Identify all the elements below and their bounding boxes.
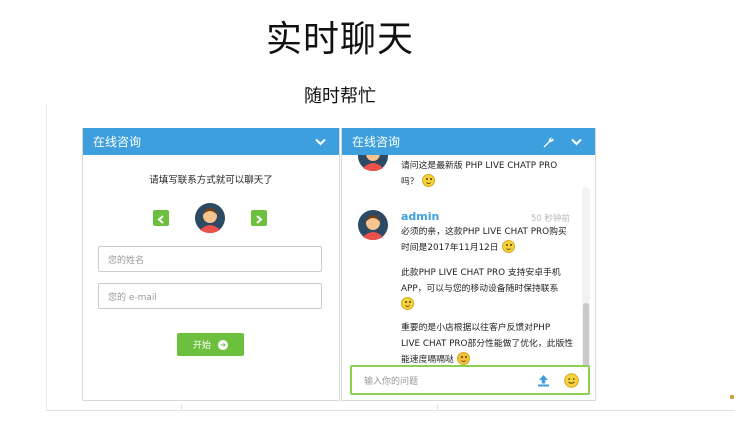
- tongue-emoji-icon: [456, 352, 470, 365]
- chevron-down-icon[interactable]: [567, 133, 585, 151]
- page-title: 实时聊天: [265, 19, 414, 60]
- chat-panel: 在线咨询 请问这是最新版 PHP LIVE CHATP PRO 吗？ admin…: [341, 128, 596, 401]
- chat-input[interactable]: 输入你的问题: [350, 365, 590, 395]
- start-label: 开始: [192, 341, 211, 351]
- smiley-icon[interactable]: [562, 371, 580, 389]
- email-placeholder: 您的 e-mail: [108, 292, 157, 303]
- smiley-icon: [401, 297, 414, 310]
- chat-scroll-thumb[interactable]: [583, 303, 589, 365]
- contact-panel-title: 在线咨询: [93, 135, 142, 149]
- next-avatar-button[interactable]: [251, 210, 267, 226]
- chevron-right-icon: [255, 209, 263, 228]
- arrow-right-circle-icon: ➜: [218, 339, 228, 350]
- chat-input-placeholder: 输入你的问题: [364, 376, 419, 387]
- chat-panel-header[interactable]: 在线咨询: [342, 128, 595, 155]
- chat-messages: 请问这是最新版 PHP LIVE CHATP PRO 吗？ admin 50 秒…: [342, 155, 595, 365]
- frame-tick: [437, 404, 438, 410]
- chevron-left-icon: [157, 209, 165, 228]
- agent-avatar: [195, 203, 225, 233]
- prev-avatar-button[interactable]: [153, 210, 169, 226]
- message-text: 重要的是小店根据以往客户反馈对PHP LIVE CHAT PRO部分性能做了优化…: [401, 323, 574, 365]
- name-field[interactable]: 您的姓名: [98, 246, 322, 272]
- visitor-avatar: [358, 155, 388, 171]
- smiley-icon: [501, 240, 515, 253]
- message-text: 必须的亲，这款PHP LIVE CHAT PRO购买 时间是2017年11月12…: [401, 227, 567, 253]
- frame-tick: [181, 404, 182, 410]
- name-placeholder: 您的姓名: [108, 255, 145, 266]
- admin-avatar: [358, 210, 388, 240]
- contact-prompt: 请填写联系方式就可以聊天了: [149, 175, 273, 186]
- message-time: 50 秒钟前: [531, 214, 571, 224]
- contact-form-panel: 在线咨询 请填写联系方式就可以聊天了 您的姓名 您的 e-mail 开始 ➜: [82, 128, 340, 401]
- message-text: 此款PHP LIVE CHAT PRO 支持安卓手机 APP，可以与您的移动设备…: [401, 265, 577, 313]
- message-text: 请问这是最新版 PHP LIVE CHATP PRO 吗？: [401, 161, 558, 187]
- chat-panel-title: 在线咨询: [352, 135, 401, 149]
- wrench-icon[interactable]: [539, 133, 557, 151]
- upload-icon[interactable]: [534, 371, 552, 389]
- sender-name: admin: [401, 210, 440, 223]
- smiley-icon: [421, 174, 435, 187]
- contact-panel-header[interactable]: 在线咨询: [83, 128, 339, 155]
- corner-marker: [730, 395, 734, 399]
- chevron-down-icon[interactable]: [311, 133, 329, 151]
- email-field[interactable]: 您的 e-mail: [98, 283, 322, 309]
- start-chat-button[interactable]: 开始 ➜: [177, 333, 244, 356]
